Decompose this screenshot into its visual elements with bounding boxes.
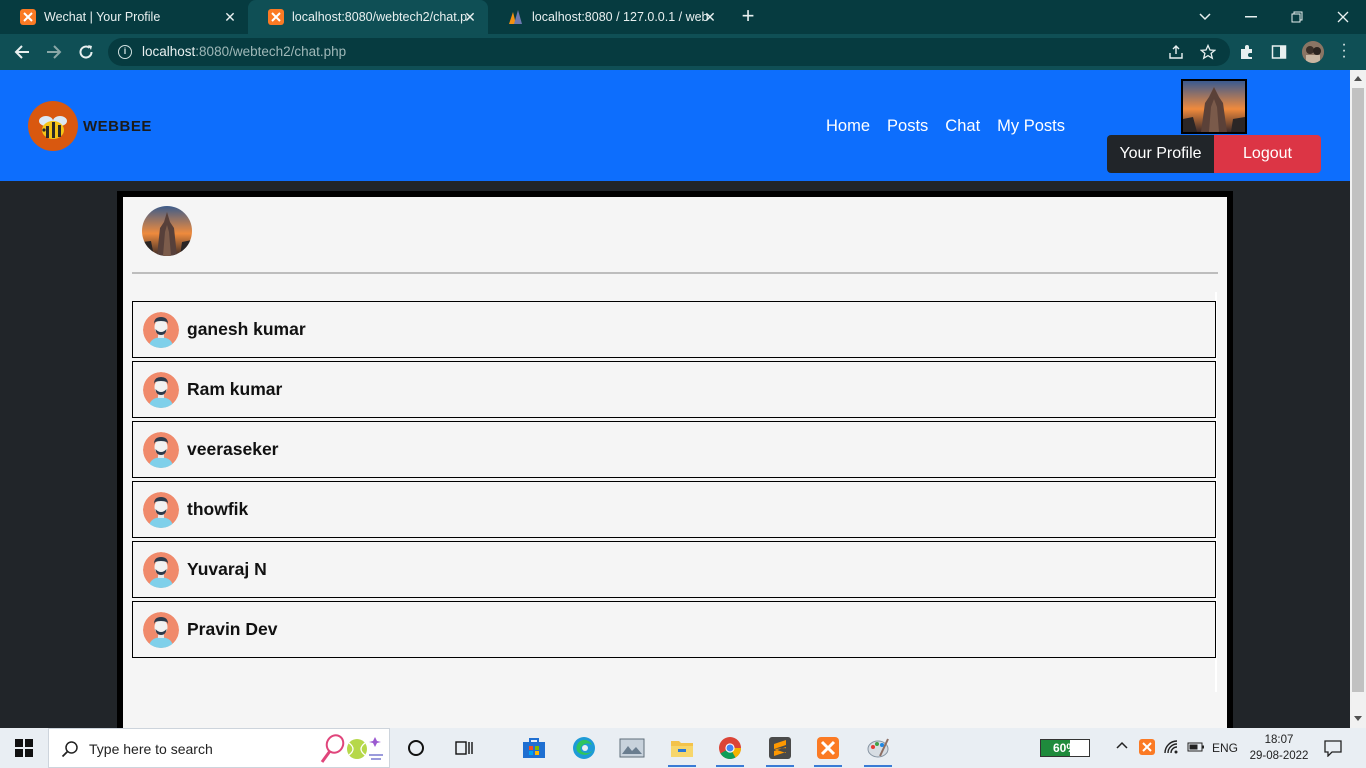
extensions-puzzle-icon[interactable]	[1238, 43, 1256, 61]
tab-title: Wechat | Your Profile	[44, 10, 161, 24]
browser-menu-icon[interactable]: · · ·	[1340, 37, 1348, 65]
user-name: Pravin Dev	[187, 619, 278, 639]
windows-taskbar: Type here to search 60% ENG 18:07 29-08-…	[0, 728, 1366, 768]
battery-tray-icon[interactable]	[1187, 741, 1205, 756]
photos-app-icon[interactable]	[608, 728, 656, 768]
tab-close-icon[interactable]: ✕	[702, 9, 718, 25]
tab-search-chevron-icon[interactable]	[1182, 0, 1228, 34]
user-list-item[interactable]: Pravin Dev	[132, 601, 1216, 658]
search-placeholder: Type here to search	[89, 741, 213, 757]
tab-title: localhost:8080/webtech2/chat.php	[292, 10, 468, 24]
tab-profile[interactable]: Wechat | Your Profile ✕	[0, 0, 248, 34]
xampp-favicon-icon	[268, 9, 284, 25]
browser-toolbar: i localhost:8080/webtech2/chat.php · · ·	[0, 34, 1366, 70]
user-avatar	[143, 551, 179, 588]
user-name: Ram kumar	[187, 379, 283, 399]
microsoft-store-icon[interactable]	[510, 728, 558, 768]
user-avatar	[143, 371, 179, 408]
nav-link-posts[interactable]: Posts	[887, 117, 928, 136]
language-indicator[interactable]: ENG	[1212, 741, 1238, 755]
brand[interactable]: WEBBEE	[28, 101, 152, 151]
taskbar-clock[interactable]: 18:07 29-08-2022	[1244, 732, 1314, 764]
close-window-button[interactable]	[1320, 0, 1366, 34]
address-bar[interactable]: i localhost:8080/webtech2/chat.php	[108, 38, 1230, 66]
user-list-item[interactable]: Ram kumar	[132, 361, 1216, 418]
phpmyadmin-favicon-icon	[508, 9, 524, 25]
battery-indicator[interactable]: 60%	[1040, 739, 1090, 757]
user-name: veeraseker	[187, 439, 279, 459]
share-icon[interactable]	[1168, 44, 1184, 60]
scroll-down-arrow-icon[interactable]	[1354, 716, 1362, 721]
your-profile-button[interactable]: Your Profile	[1107, 135, 1214, 173]
tab-close-icon[interactable]: ✕	[462, 9, 478, 25]
tab-close-icon[interactable]: ✕	[222, 9, 238, 25]
user-avatar	[143, 431, 179, 468]
clock-time: 18:07	[1264, 734, 1294, 746]
notifications-icon[interactable]	[1324, 739, 1342, 760]
nav-link-home[interactable]: Home	[826, 117, 870, 136]
user-avatar	[143, 491, 179, 528]
cortana-icon[interactable]	[392, 728, 440, 768]
windows-start-button[interactable]	[0, 728, 48, 768]
user-list-item[interactable]: ganesh kumar	[132, 301, 1216, 358]
url-text: localhost:8080/webtech2/chat.php	[142, 44, 346, 59]
battery-percent: 60%	[1052, 741, 1078, 755]
tab-phpmyadmin[interactable]: localhost:8080 / 127.0.0.1 / webp ✕	[488, 0, 728, 34]
file-explorer-icon[interactable]	[658, 728, 706, 768]
paint-app-icon[interactable]	[854, 728, 902, 768]
new-tab-button[interactable]: +	[736, 5, 760, 29]
xampp-tray-icon[interactable]	[1139, 739, 1155, 758]
user-list-item[interactable]: thowfik	[132, 481, 1216, 538]
user-list-item[interactable]: Yuvaraj N	[132, 541, 1216, 598]
browser-profile-avatar[interactable]	[1302, 41, 1324, 63]
page: WEBBEE Home Posts Chat My Posts Your Pro…	[0, 70, 1350, 728]
url-path: :8080/webtech2/chat.php	[195, 44, 347, 59]
sublime-text-icon[interactable]	[756, 728, 804, 768]
user-avatar	[143, 311, 179, 348]
tab-title: localhost:8080 / 127.0.0.1 / webp	[532, 10, 708, 24]
network-wifi-icon[interactable]	[1164, 740, 1180, 757]
chat-users-panel: ganesh kumar Ram kumar veeraseker thowfik Yu…	[117, 191, 1233, 728]
current-user-avatar	[142, 206, 192, 256]
minimize-button[interactable]	[1228, 0, 1274, 34]
nav-link-my-posts[interactable]: My Posts	[997, 117, 1065, 136]
xampp-favicon-icon	[20, 9, 36, 25]
tab-chat[interactable]: localhost:8080/webtech2/chat.php ✕	[248, 0, 488, 34]
nav-links: Home Posts Chat My Posts	[826, 117, 1065, 136]
back-arrow-icon[interactable]	[10, 40, 34, 64]
nav-link-chat[interactable]: Chat	[945, 117, 980, 136]
chat-users-panel-body: ganesh kumar Ram kumar veeraseker thowfik Yu…	[123, 197, 1227, 728]
xampp-control-icon[interactable]	[804, 728, 852, 768]
user-name: ganesh kumar	[187, 319, 306, 339]
taskbar-search-box[interactable]: Type here to search	[48, 728, 390, 768]
user-avatar	[143, 611, 179, 648]
header-divider	[132, 272, 1218, 274]
site-navbar: WEBBEE Home Posts Chat My Posts Your Pro…	[0, 70, 1350, 181]
edge-browser-icon[interactable]	[560, 728, 608, 768]
user-name: Yuvaraj N	[187, 559, 267, 579]
page-scrollbar[interactable]	[1350, 70, 1366, 728]
navbar-profile-image[interactable]	[1181, 79, 1247, 134]
scrollbar-thumb[interactable]	[1352, 88, 1364, 692]
bee-logo-icon	[28, 101, 78, 151]
browser-tab-bar: Wechat | Your Profile ✕ localhost:8080/w…	[0, 0, 1366, 34]
bookmark-star-icon[interactable]	[1200, 44, 1216, 60]
side-panel-icon[interactable]	[1270, 43, 1288, 61]
logout-button[interactable]: Logout	[1214, 135, 1321, 173]
search-highlight-tennis-icon	[319, 733, 385, 768]
url-host: localhost	[142, 44, 196, 59]
brand-name: WEBBEE	[83, 117, 152, 135]
restore-button[interactable]	[1274, 0, 1320, 34]
search-icon	[61, 740, 79, 763]
forward-arrow-icon[interactable]	[42, 40, 66, 64]
show-hidden-icons-chevron-icon[interactable]	[1116, 738, 1128, 752]
clock-date: 29-08-2022	[1249, 750, 1309, 762]
reload-icon[interactable]	[74, 40, 98, 64]
chrome-browser-icon[interactable]	[706, 728, 754, 768]
scroll-up-arrow-icon[interactable]	[1354, 76, 1362, 81]
user-name: thowfik	[187, 499, 249, 519]
task-view-icon[interactable]	[440, 728, 488, 768]
site-info-icon[interactable]: i	[118, 45, 132, 59]
user-list-item[interactable]: veeraseker	[132, 421, 1216, 478]
